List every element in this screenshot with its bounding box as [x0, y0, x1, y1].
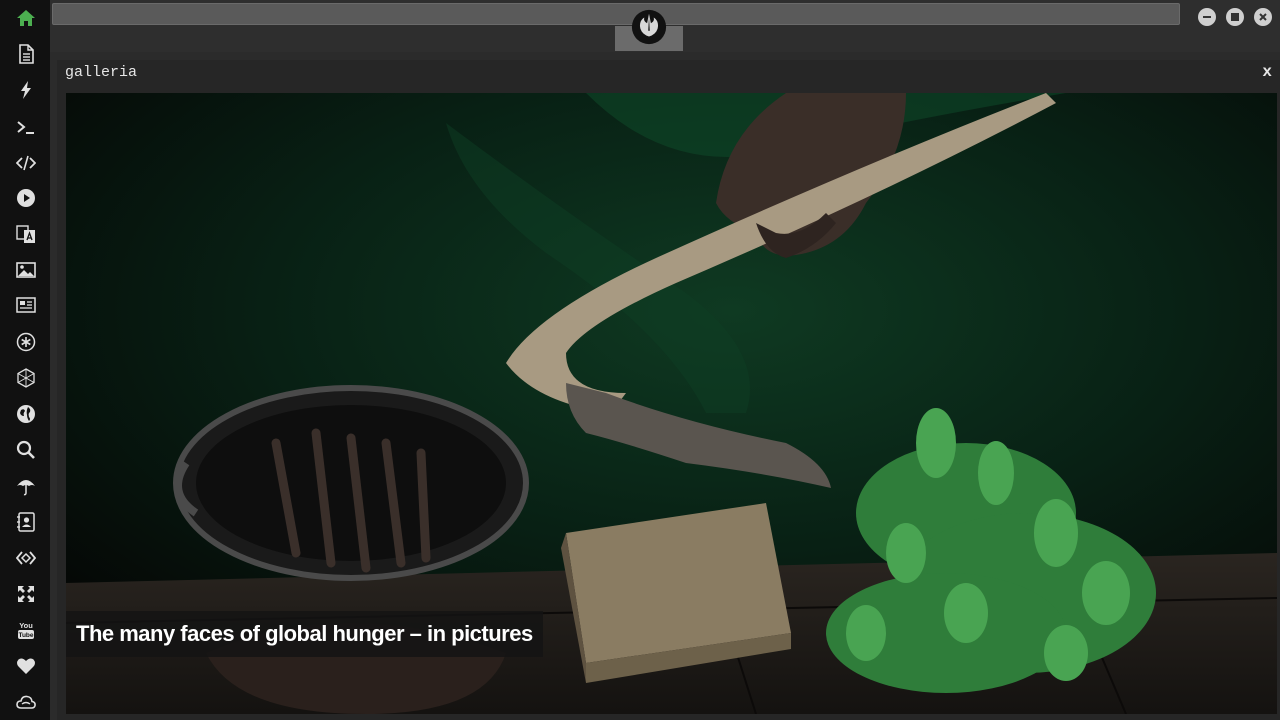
translate-icon[interactable]: [13, 221, 39, 247]
globe-icon[interactable]: [13, 401, 39, 427]
panel-close-button[interactable]: x: [1262, 63, 1272, 81]
svg-text:Tube: Tube: [18, 632, 33, 639]
play-icon[interactable]: [13, 185, 39, 211]
home-icon[interactable]: [13, 5, 39, 31]
image-icon[interactable]: [13, 257, 39, 283]
address-bar[interactable]: [52, 3, 1180, 25]
heart-icon[interactable]: [13, 653, 39, 679]
cloud-icon[interactable]: [13, 689, 39, 715]
document-icon[interactable]: [13, 41, 39, 67]
sidebar: You Tube: [0, 0, 50, 720]
code-icon[interactable]: [13, 150, 39, 176]
close-window-button[interactable]: [1254, 8, 1272, 26]
hexagon-network-icon[interactable]: [13, 365, 39, 391]
gallery-photo[interactable]: The many faces of global hunger – in pic…: [66, 93, 1277, 714]
svg-text:You: You: [19, 621, 33, 630]
photo-caption: The many faces of global hunger – in pic…: [66, 611, 543, 657]
youtube-icon[interactable]: You Tube: [13, 617, 39, 643]
rebel-alliance-icon[interactable]: [630, 8, 668, 46]
lightning-icon[interactable]: [13, 77, 39, 103]
search-icon[interactable]: [13, 437, 39, 463]
terminal-icon[interactable]: [13, 114, 39, 140]
expand-icon[interactable]: [13, 581, 39, 607]
gallery-panel: galleria x The many faces of global hung…: [57, 60, 1280, 720]
caption-text: The many faces of global hunger – in pic…: [76, 621, 533, 646]
maximize-icon: [1231, 13, 1239, 21]
umbrella-icon[interactable]: [13, 473, 39, 499]
close-icon: [1259, 13, 1267, 21]
minimize-button[interactable]: [1198, 8, 1216, 26]
diamond-code-icon[interactable]: [13, 545, 39, 571]
panel-title: galleria: [65, 64, 138, 81]
maximize-button[interactable]: [1226, 8, 1244, 26]
top-bar: [50, 0, 1280, 52]
asterisk-icon[interactable]: [13, 329, 39, 355]
minimize-icon: [1203, 16, 1211, 18]
news-icon[interactable]: [13, 292, 39, 318]
contact-book-icon[interactable]: [13, 509, 39, 535]
